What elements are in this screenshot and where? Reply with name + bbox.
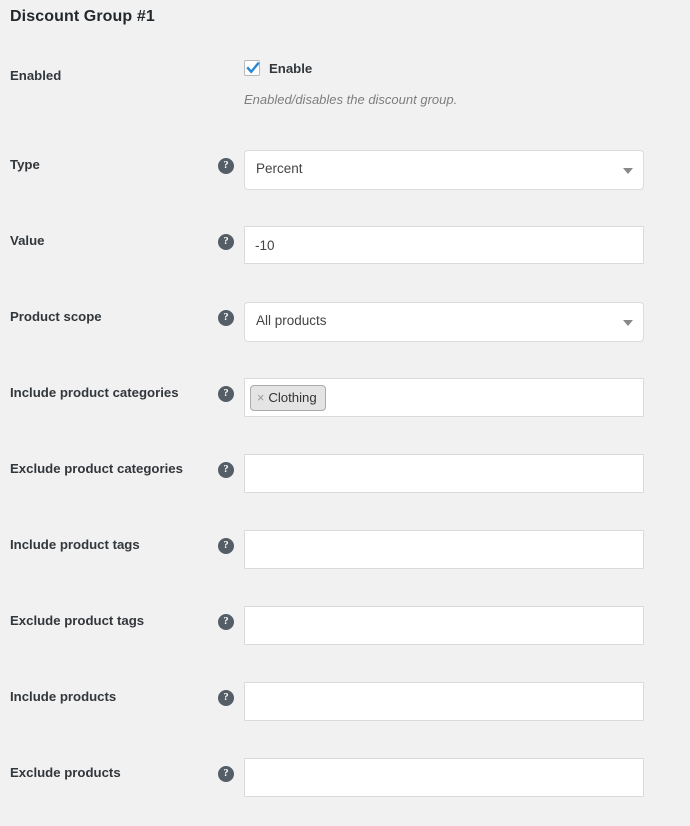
field-container-include-products — [244, 682, 644, 721]
chevron-down-icon — [623, 168, 633, 174]
field-label-include-products: Include products — [10, 689, 117, 704]
token-label: Clothing — [268, 390, 317, 405]
field-label-exclude-product-tags: Exclude product tags — [10, 613, 145, 628]
help-icon-exclude-product-categories[interactable]: ? — [218, 462, 234, 478]
form-row-enabled: Enabled Enable Enabled/disables the disc… — [0, 52, 690, 142]
exclude-product-tags-input[interactable] — [244, 606, 644, 645]
type-select-value: Percent — [256, 161, 303, 176]
field-label-product-scope: Product scope — [10, 309, 102, 324]
field-container-exclude-product-categories — [244, 454, 644, 493]
enable-checkbox-label[interactable]: Enable — [269, 61, 312, 76]
field-container-exclude-product-tags — [244, 606, 644, 645]
discount-group-panel: Discount Group #1 Enabled Enable Enabled… — [0, 0, 690, 797]
field-container-value — [244, 226, 644, 264]
field-label-include-product-tags: Include product tags — [10, 537, 140, 552]
product-scope-select-value: All products — [256, 313, 327, 328]
field-label-enabled: Enabled — [10, 68, 62, 83]
exclude-product-categories-input[interactable] — [244, 454, 644, 493]
enable-checkbox[interactable] — [244, 60, 260, 76]
field-label-exclude-products: Exclude products — [10, 765, 121, 780]
token-remove-icon[interactable]: × — [257, 391, 264, 405]
form-row-exclude-products: Exclude products ? — [0, 750, 690, 826]
chevron-down-icon — [623, 320, 633, 326]
discount-group-form: Enabled Enable Enabled/disables the disc… — [0, 52, 690, 826]
checkmark-icon — [246, 61, 260, 74]
form-row-include-products: Include products ? — [0, 674, 690, 750]
field-container-include-product-categories: × Clothing — [244, 378, 644, 417]
enable-checkbox-group[interactable]: Enable — [244, 60, 312, 76]
page-title: Discount Group #1 — [10, 8, 155, 25]
form-row-type: Type ? Percent — [0, 142, 690, 218]
field-container-type: Percent — [244, 150, 644, 190]
exclude-products-input[interactable] — [244, 758, 644, 797]
form-row-include-product-tags: Include product tags ? — [0, 522, 690, 598]
value-input[interactable] — [244, 226, 644, 264]
include-product-categories-input[interactable]: × Clothing — [244, 378, 644, 417]
include-product-tags-input[interactable] — [244, 530, 644, 569]
help-icon-product-scope[interactable]: ? — [218, 310, 234, 326]
help-icon-include-products[interactable]: ? — [218, 690, 234, 706]
help-icon-exclude-product-tags[interactable]: ? — [218, 614, 234, 630]
field-container-product-scope: All products — [244, 302, 644, 342]
field-label-type: Type — [10, 157, 40, 172]
form-row-exclude-product-tags: Exclude product tags ? — [0, 598, 690, 674]
help-icon-include-product-tags[interactable]: ? — [218, 538, 234, 554]
include-products-input[interactable] — [244, 682, 644, 721]
token-clothing[interactable]: × Clothing — [250, 385, 326, 411]
help-icon-value[interactable]: ? — [218, 234, 234, 250]
product-scope-select[interactable]: All products — [244, 302, 644, 342]
field-container-exclude-products — [244, 758, 644, 797]
field-label-value: Value — [10, 233, 45, 248]
enabled-description: Enabled/disables the discount group. — [244, 92, 458, 107]
help-icon-include-product-categories[interactable]: ? — [218, 386, 234, 402]
field-label-include-product-categories: Include product categories — [10, 385, 179, 400]
type-select[interactable]: Percent — [244, 150, 644, 190]
form-row-exclude-product-categories: Exclude product categories ? — [0, 446, 690, 522]
form-row-value: Value ? — [0, 218, 690, 294]
form-row-product-scope: Product scope ? All products — [0, 294, 690, 370]
form-row-include-product-categories: Include product categories ? × Clothing — [0, 370, 690, 446]
field-label-exclude-product-categories: Exclude product categories — [10, 461, 183, 476]
help-icon-exclude-products[interactable]: ? — [218, 766, 234, 782]
field-container-include-product-tags — [244, 530, 644, 569]
help-icon-type[interactable]: ? — [218, 158, 234, 174]
